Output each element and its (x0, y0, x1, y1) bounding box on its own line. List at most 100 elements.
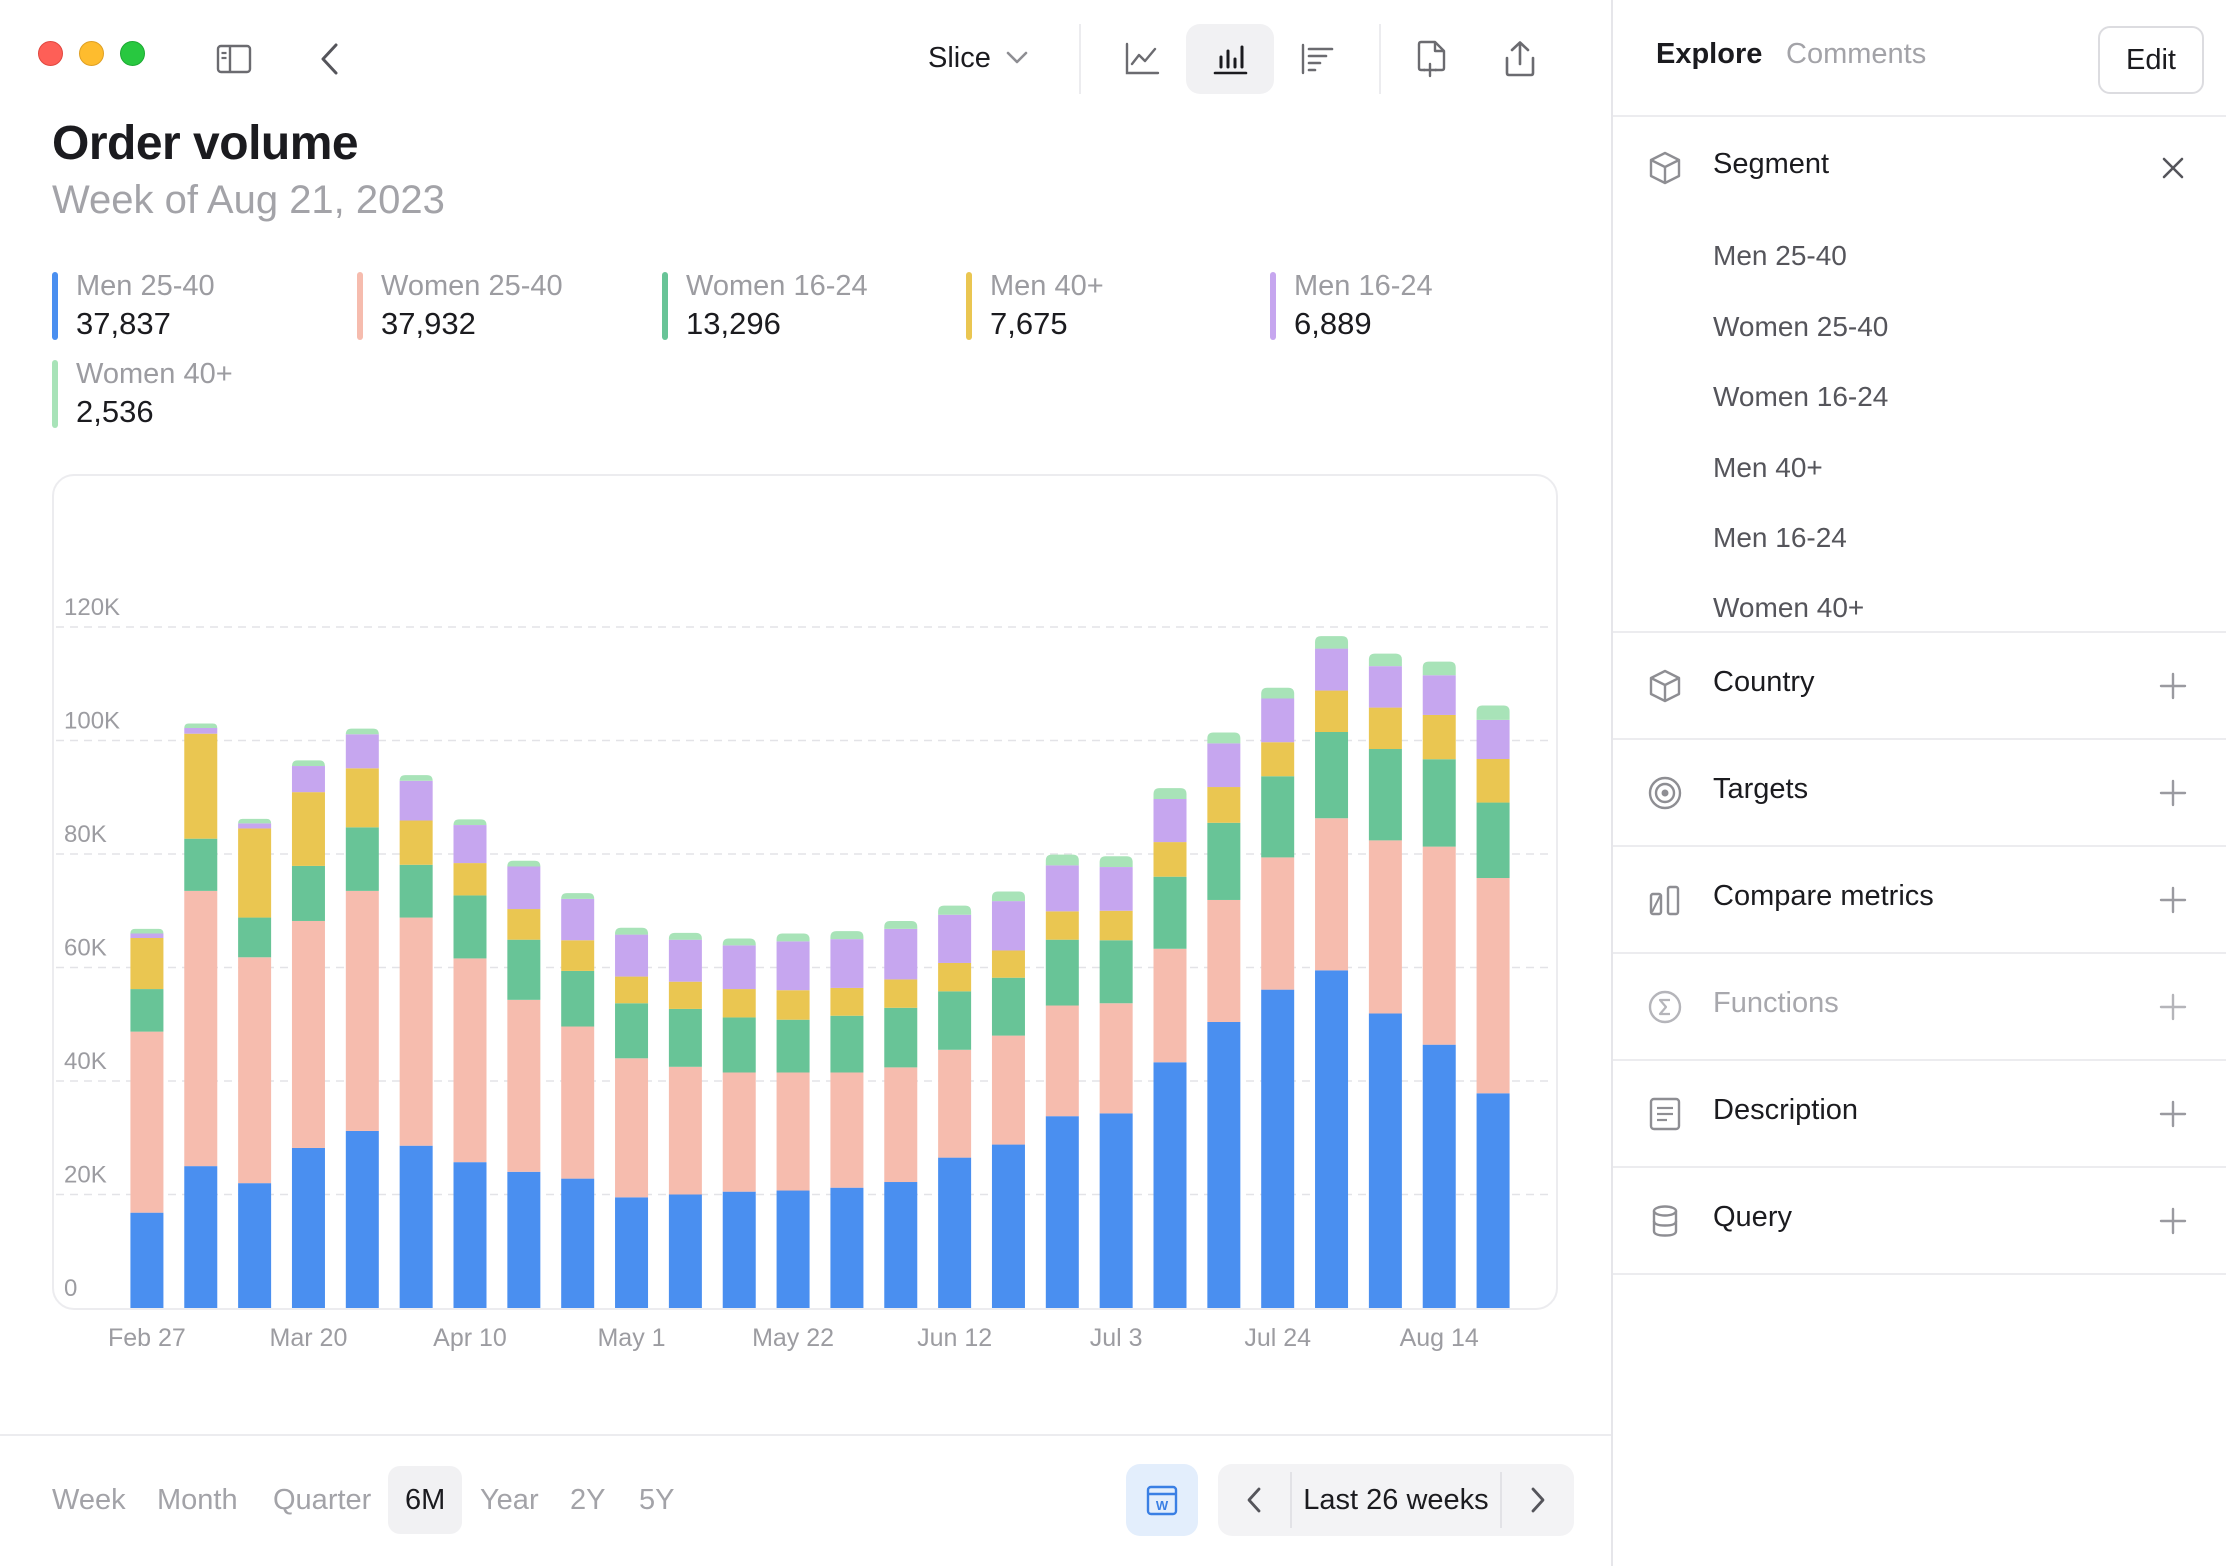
bar-segment[interactable] (668, 932, 702, 940)
query-section[interactable]: Query (1613, 1169, 2226, 1273)
segment-option[interactable]: Women 25-40 (1713, 311, 1888, 343)
bar-segment[interactable] (938, 1049, 972, 1158)
bar-stack[interactable] (561, 893, 595, 1308)
bar-segment[interactable] (1261, 989, 1295, 1308)
bar-segment[interactable] (615, 976, 649, 1004)
bar-segment[interactable] (615, 1197, 649, 1308)
bar-stack[interactable] (453, 819, 487, 1308)
bar-segment[interactable] (345, 728, 379, 735)
bar-segment[interactable] (291, 766, 325, 793)
bar-segment[interactable] (830, 1015, 864, 1073)
bar-segment[interactable] (938, 905, 972, 915)
bar-segment[interactable] (1476, 1093, 1510, 1308)
bar-segment[interactable] (1045, 911, 1079, 940)
bar-stack[interactable] (1368, 653, 1402, 1308)
bar-segment[interactable] (507, 866, 541, 910)
bar-segment[interactable] (1099, 940, 1133, 1004)
bar-segment[interactable] (1099, 910, 1133, 941)
bar-segment[interactable] (345, 890, 379, 1131)
description-section[interactable]: Description (1613, 1062, 2226, 1166)
bar-segment[interactable] (1099, 1003, 1133, 1114)
segment-option[interactable]: Men 40+ (1713, 452, 1823, 484)
plus-icon[interactable] (2157, 884, 2189, 916)
bar-segment[interactable] (668, 1008, 702, 1067)
bar-segment[interactable] (184, 1166, 218, 1308)
close-icon[interactable] (2157, 152, 2189, 184)
bar-segment[interactable] (776, 941, 810, 991)
bar-segment[interactable] (238, 823, 272, 829)
bar-stack[interactable] (830, 931, 864, 1308)
bar-segment[interactable] (238, 1183, 272, 1308)
bar-segment[interactable] (938, 962, 972, 992)
bar-segment[interactable] (776, 1072, 810, 1191)
bar-stack[interactable] (1045, 854, 1079, 1308)
bar-segment[interactable] (291, 865, 325, 921)
bar-segment[interactable] (615, 1003, 649, 1059)
bar-segment[interactable] (1476, 878, 1510, 1094)
bar-segment[interactable] (1422, 714, 1456, 760)
bar-segment[interactable] (1045, 1005, 1079, 1117)
tab-explore[interactable]: Explore (1656, 38, 1762, 71)
bar-stack[interactable] (1153, 788, 1187, 1308)
bar-segment[interactable] (1261, 687, 1295, 699)
bar-segment[interactable] (1368, 653, 1402, 667)
bar-segment[interactable] (184, 733, 218, 839)
bar-segment[interactable] (291, 792, 325, 866)
bar-segment[interactable] (722, 1017, 756, 1073)
compare-metrics-section[interactable]: Compare metrics (1613, 848, 2226, 952)
bar-segment[interactable] (561, 1026, 595, 1179)
bar-stack[interactable] (1099, 856, 1133, 1308)
bar-segment[interactable] (184, 723, 218, 729)
bar-segment[interactable] (1153, 788, 1187, 799)
bar-segment[interactable] (615, 934, 649, 977)
bar-segment[interactable] (938, 991, 972, 1050)
bar-segment[interactable] (291, 1147, 325, 1308)
bar-segment[interactable] (1207, 1021, 1241, 1308)
segment-option[interactable]: Women 16-24 (1713, 381, 1888, 413)
bar-segment[interactable] (1153, 798, 1187, 843)
bar-segment[interactable] (830, 1072, 864, 1188)
bar-segment[interactable] (938, 914, 972, 963)
bar-stack[interactable] (668, 932, 702, 1308)
bar-segment[interactable] (1315, 648, 1349, 691)
bar-stack[interactable] (291, 760, 325, 1308)
bar-segment[interactable] (1315, 818, 1349, 971)
bar-segment[interactable] (561, 970, 595, 1027)
range-month[interactable]: Month (140, 1466, 255, 1534)
bar-segment[interactable] (884, 1182, 918, 1308)
bar-segment[interactable] (722, 938, 756, 946)
bar-segment[interactable] (776, 1019, 810, 1073)
bar-segment[interactable] (991, 891, 1025, 902)
bar-segment[interactable] (776, 933, 810, 942)
bar-segment[interactable] (668, 939, 702, 982)
bar-segment[interactable] (238, 828, 272, 918)
bar-segment[interactable] (722, 945, 756, 990)
bar-segment[interactable] (507, 1171, 541, 1308)
segment-option[interactable]: Men 25-40 (1713, 240, 1847, 272)
bar-segment[interactable] (1368, 840, 1402, 1014)
bar-segment[interactable] (1207, 743, 1241, 788)
bar-segment[interactable] (399, 775, 433, 781)
bar-segment[interactable] (399, 864, 433, 918)
bar-segment[interactable] (238, 917, 272, 958)
bar-segment[interactable] (345, 734, 379, 769)
period-label[interactable]: Last 26 weeks (1292, 1464, 1500, 1536)
bar-segment[interactable] (238, 957, 272, 1184)
bar-segment[interactable] (1207, 787, 1241, 823)
bar-segment[interactable] (130, 933, 164, 938)
bar-segment[interactable] (561, 1178, 595, 1308)
bar-segment[interactable] (991, 1035, 1025, 1145)
previous-period-button[interactable] (1218, 1464, 1290, 1536)
bar-segment[interactable] (1207, 732, 1241, 744)
bar-segment[interactable] (991, 1144, 1025, 1308)
bar-segment[interactable] (453, 958, 487, 1163)
bar-segment[interactable] (1153, 948, 1187, 1063)
bar-segment[interactable] (238, 818, 272, 824)
bar-segment[interactable] (130, 1212, 164, 1308)
bar-segment[interactable] (1315, 731, 1349, 819)
range-quarter[interactable]: Quarter (256, 1466, 388, 1534)
bar-segment[interactable] (1261, 776, 1295, 858)
bar-segment[interactable] (184, 890, 218, 1167)
country-section[interactable]: Country (1613, 634, 2226, 738)
bar-segment[interactable] (830, 939, 864, 988)
